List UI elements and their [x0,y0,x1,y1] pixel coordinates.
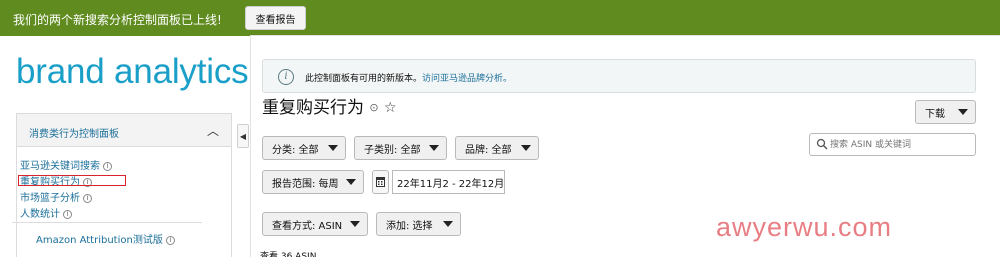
chevron-up-icon[interactable]: ︿ [207,122,219,139]
highlight-box [18,175,126,186]
content-divider [250,36,251,257]
download-label: 下载 [925,108,945,120]
search-icon [816,138,828,150]
subcategory-label: 子类别: 全部 [364,144,421,156]
caret-down-icon [328,145,338,151]
view-mode-dropdown[interactable]: 查看方式: ASIN [262,212,368,236]
caret-down-icon [350,221,360,227]
header-divider [250,35,1000,36]
download-dropdown[interactable]: 下载 [915,100,976,124]
results-count: 查看 36 ASIN [260,252,317,257]
caret-down-icon [958,109,968,115]
collapse-sidebar-button[interactable]: ◀ [237,124,249,148]
notice-link[interactable]: 访问亚马逊品牌分析。 [422,74,512,84]
sidebar-item-keyword-search[interactable]: 亚马逊关键词搜索 i [20,157,112,172]
announcement-banner: 我们的两个新搜索分析控制面板已上线! 查看报告 [0,0,1000,36]
sidebar-item-demographics[interactable]: 人数统计 i [20,205,72,220]
caret-down-icon [443,221,453,227]
search-input[interactable] [830,136,970,153]
view-report-button[interactable]: 查看报告 [245,6,306,30]
category-label: 分类: 全部 [272,144,319,156]
caret-down-icon [521,145,531,151]
subcategory-dropdown[interactable]: 子类别: 全部 [354,136,447,160]
add-column-dropdown[interactable]: 添加: 选择 [376,212,461,236]
sidebar-divider [12,222,202,223]
sidebar-item-amazon-attribution[interactable]: Amazon Attribution测试版 i [36,231,175,246]
add-label: 添加: 选择 [386,220,433,232]
info-circle-icon: i [278,69,294,85]
sidebar-section-title: 消费类行为控制面板 [29,129,119,140]
star-icon[interactable]: ☆ [384,100,397,116]
banner-text: 我们的两个新搜索分析控制面板已上线! [13,13,222,27]
view-mode-label: 查看方式: ASIN [272,220,343,232]
caret-down-icon [346,179,356,185]
page-title: 重复购买行为 ⊙ ☆ [262,93,397,118]
sidebar-item-label: Amazon Attribution测试版 [36,235,163,246]
calendar-button[interactable] [372,170,389,194]
brand-dropdown[interactable]: 品牌: 全部 [455,136,539,160]
new-version-notice: i 此控制面板有可用的新版本。访问亚马逊品牌分析。 [262,59,976,93]
report-range-dropdown[interactable]: 报告范围: 每周 [262,170,364,194]
notice-message: 此控制面板有可用的新版本。 [305,74,423,84]
chevron-left-icon: ◀ [239,131,247,141]
date-range-field[interactable]: 22年11月2 - 22年12月3 [392,170,505,194]
info-icon[interactable]: i [83,194,92,203]
category-dropdown[interactable]: 分类: 全部 [262,136,346,160]
info-icon[interactable]: i [165,236,175,245]
notice-text: 此控制面板有可用的新版本。访问亚马逊品牌分析。 [305,71,512,84]
sidebar-section-header[interactable]: 消费类行为控制面板 ︿ [17,114,231,147]
page-title-text: 重复购买行为 [262,98,364,118]
calendar-icon [376,177,385,187]
sidebar-item-label: 人数统计 [20,209,60,220]
sidebar-item-label: 市场篮子分析 [20,193,80,204]
sidebar-item-label: 亚马逊关键词搜索 [20,161,100,172]
report-range-label: 报告范围: 每周 [272,178,339,190]
watermark: awyerwu.com [716,212,893,242]
brand-analytics-logo: brand analytics [16,52,249,91]
info-icon[interactable]: ⊙ [369,101,378,114]
info-icon[interactable]: i [63,210,72,219]
brand-label: 品牌: 全部 [465,144,512,156]
sidebar-item-market-basket[interactable]: 市场篮子分析 i [20,189,92,204]
caret-down-icon [429,145,439,151]
search-box[interactable] [809,133,976,156]
info-icon[interactable]: i [103,162,112,171]
